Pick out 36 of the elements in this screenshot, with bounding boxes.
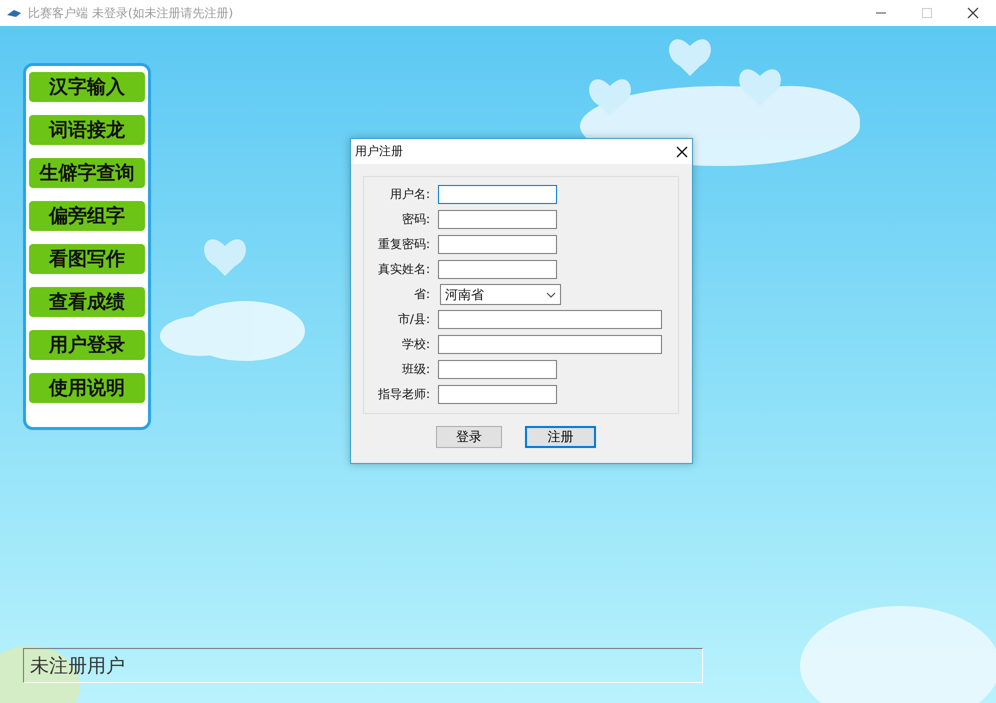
status-field: 未注册用户 bbox=[23, 648, 703, 683]
minimize-icon[interactable] bbox=[876, 12, 886, 14]
field-label: 学校: bbox=[400, 336, 431, 353]
menu-button[interactable]: 用户登录 bbox=[29, 330, 145, 360]
province-dropdown[interactable]: 河南省 bbox=[440, 284, 561, 305]
field-label: 省: bbox=[412, 286, 431, 303]
input-field[interactable] bbox=[438, 385, 557, 404]
dialog-title: 用户注册 bbox=[355, 143, 403, 160]
input-field[interactable] bbox=[438, 310, 662, 329]
close-icon[interactable] bbox=[676, 146, 688, 158]
menu-button[interactable]: 汉字输入 bbox=[29, 72, 145, 102]
chevron-down-icon bbox=[546, 292, 556, 298]
input-field[interactable] bbox=[438, 185, 557, 204]
field-label: 真实姓名: bbox=[376, 261, 431, 278]
input-field[interactable] bbox=[438, 335, 662, 354]
field-label: 班级: bbox=[400, 361, 431, 378]
menu-button[interactable]: 词语接龙 bbox=[29, 115, 145, 145]
close-icon[interactable] bbox=[967, 7, 979, 19]
input-field[interactable] bbox=[438, 235, 557, 254]
menu-button[interactable]: 生僻字查询 bbox=[29, 158, 145, 188]
menu-button[interactable]: 看图写作 bbox=[29, 244, 145, 274]
field-label: 重复密码: bbox=[376, 236, 431, 253]
field-label: 指导老师: bbox=[376, 386, 431, 403]
input-field[interactable] bbox=[438, 210, 557, 229]
menu-button[interactable]: 查看成绩 bbox=[29, 287, 145, 317]
field-label: 市/县: bbox=[396, 311, 431, 328]
menu-button[interactable]: 偏旁组字 bbox=[29, 201, 145, 231]
input-field[interactable] bbox=[438, 360, 557, 379]
menu-button[interactable]: 使用说明 bbox=[29, 373, 145, 403]
app-icon bbox=[6, 7, 22, 19]
register-button[interactable]: 注册 bbox=[525, 426, 596, 448]
window-title: 比赛客户端 未登录(如未注册请先注册) bbox=[28, 4, 234, 22]
login-button[interactable]: 登录 bbox=[436, 426, 502, 448]
input-field[interactable] bbox=[438, 260, 557, 279]
field-label: 密码: bbox=[400, 211, 431, 228]
field-label: 用户名: bbox=[388, 186, 431, 203]
